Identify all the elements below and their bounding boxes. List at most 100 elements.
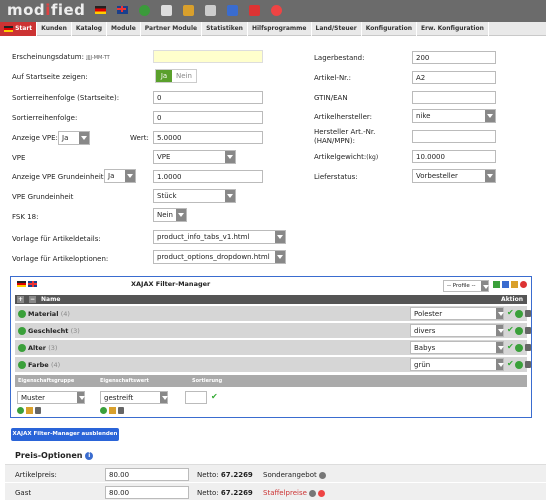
tab-katalog[interactable]: Katalog [72,22,107,36]
globe-icon[interactable] [139,5,150,16]
expand-icon[interactable] [18,327,26,335]
gewicht-input[interactable]: 10.0000 [412,150,496,163]
filter-row[interactable]: Geschlecht (3) divers ✔ [15,323,531,339]
flag-de-icon[interactable] [95,6,106,14]
expand-icon[interactable] [18,344,26,352]
collapse-all-icon[interactable]: − [29,296,36,303]
price-input[interactable]: 80.00 [105,486,189,499]
trash-icon[interactable] [525,310,531,317]
new-group-select[interactable]: Muster [17,391,85,404]
expand-icon[interactable] [18,310,26,318]
vorlage-optionen-select[interactable]: product_options_dropdown.html [153,250,286,264]
flag-de-icon[interactable] [17,281,26,287]
price-input[interactable]: 80.00 [105,468,189,481]
toggle-no[interactable]: Nein [172,70,196,82]
artikelnr-input[interactable]: A2 [412,71,496,84]
filter-row[interactable]: Material (4) Polester ✔ [15,306,531,322]
vorlage-details-select[interactable]: product_info_tabs_v1.html [153,230,286,244]
gtin-input[interactable] [412,91,496,104]
filter-row[interactable]: Farbe (4) grün ✔ [15,357,531,373]
add-icon[interactable] [515,310,523,318]
new-value-select[interactable]: gestreift [100,391,168,404]
chevron-down-icon [275,231,285,243]
tools-icon[interactable] [227,5,238,16]
add-icon[interactable] [17,407,24,414]
toggle-yes[interactable]: Ja [156,70,172,82]
fsk-select[interactable]: Nein [153,208,187,222]
logo[interactable]: modified [7,1,85,19]
sort-input[interactable]: 0 [153,111,263,124]
filter-value-select[interactable]: divers [410,324,504,337]
vpe-ge-select[interactable]: Stück [153,189,236,203]
trash-icon[interactable] [525,344,531,351]
check-icon[interactable]: ✔ [507,342,514,351]
special-offer-link[interactable]: Sonderangebot [263,471,326,479]
edit-icon[interactable] [511,281,518,288]
calculator-icon[interactable] [161,5,172,16]
filter-table-header: + − Name Aktion [15,295,527,304]
flag-uk-icon[interactable] [28,281,37,287]
check-icon[interactable]: ✔ [507,359,514,368]
expand-icon[interactable] [18,361,26,369]
chevron-down-icon [485,110,495,122]
lagerbestand-input[interactable]: 200 [412,51,496,64]
erscheinungsdatum-input[interactable] [153,50,263,63]
filter-value-select[interactable]: Babys [410,341,504,354]
filter-value-select[interactable]: Polester [410,307,504,320]
startseite-label: Auf Startseite zeigen: [12,73,88,81]
profile-select[interactable]: -- Profile -- [443,280,489,292]
save-icon[interactable] [493,281,500,288]
filter-manager-title: XAJAX Filter-Manager [131,280,211,288]
check-icon[interactable]: ✔ [211,392,218,401]
startseite-toggle[interactable]: Ja Nein [155,69,197,83]
trash-icon[interactable] [525,327,531,334]
disk-icon[interactable] [502,281,509,288]
document-icon[interactable] [205,5,216,16]
tab-start[interactable]: Start [0,22,38,36]
delete-icon[interactable] [520,281,527,288]
filter-row[interactable]: Alter (3) Babys ✔ [15,340,531,356]
logout-icon[interactable] [271,5,282,16]
trash-icon[interactable] [525,361,531,368]
trash-icon[interactable] [118,407,124,414]
add-icon[interactable] [515,361,523,369]
tier-prices-link[interactable]: Staffelpreise [263,489,326,497]
tab-module[interactable]: Module [107,22,141,36]
tab-erw-konfiguration[interactable]: Erw. Konfiguration [417,22,489,36]
expand-all-icon[interactable]: + [17,296,24,303]
new-sort-input[interactable] [185,391,207,404]
anzeige-vpe-select[interactable]: Ja [58,131,90,145]
tab-hilfsprogramme[interactable]: Hilfsprogramme [248,22,312,36]
edit-icon[interactable] [109,407,116,414]
tab-statistiken[interactable]: Statistiken [202,22,248,36]
add-icon[interactable] [100,407,107,414]
trash-icon[interactable] [35,407,41,414]
anzeige-vpe-ge-select[interactable]: Ja [104,169,136,183]
hersteller-select[interactable]: nike [412,109,496,123]
add-icon[interactable] [515,344,523,352]
edit-icon[interactable] [26,407,33,414]
tab-konfiguration[interactable]: Konfiguration [362,22,417,36]
flag-uk-icon[interactable] [117,6,128,14]
tab-kunden[interactable]: Kunden [37,22,72,36]
filter-value-select[interactable]: grün [410,358,504,371]
info-icon[interactable]: i [85,451,94,460]
tab-partner-module[interactable]: Partner Module [141,22,203,36]
delete-icon[interactable] [318,489,326,497]
users-icon[interactable] [183,5,194,16]
check-icon[interactable]: ✔ [507,325,514,334]
lieferstatus-select[interactable]: Vorbesteller [412,169,496,183]
chevron-down-icon [225,190,235,202]
vpe-ge-amount-input[interactable]: 1.0000 [153,170,263,183]
shield-icon[interactable] [249,5,260,16]
sort-startseite-input[interactable]: 0 [153,91,263,104]
check-icon[interactable]: ✔ [507,308,514,317]
vorlage-optionen-label: Vorlage für Artikeloptionen: [12,255,109,263]
tab-land-steuer[interactable]: Land/Steuer [312,22,362,36]
add-icon[interactable] [515,327,523,335]
hersteller-label: Artikelhersteller: [314,113,373,121]
hide-filter-manager-button[interactable]: XAJAX Filter-Manager ausblenden [11,428,119,441]
wert-input[interactable]: 5.0000 [153,131,263,144]
vpe-select[interactable]: VPE [153,150,236,164]
hersteller-nr-input[interactable] [412,130,496,143]
